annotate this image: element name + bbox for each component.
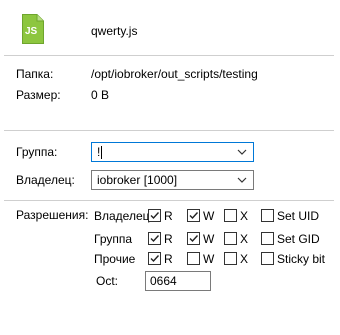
checkbox-w[interactable] xyxy=(187,232,200,245)
checkbox-label: X xyxy=(240,232,249,246)
group-value: ! xyxy=(97,145,101,159)
checkbox-special[interactable] xyxy=(261,209,274,222)
permissions-label: Разрешения: xyxy=(16,208,89,222)
folder-value: /opt/iobroker/out_scripts/testing xyxy=(91,67,258,81)
oct-input[interactable]: 0664 xyxy=(145,271,211,291)
checkbox-label: R xyxy=(164,232,173,246)
checkbox-x[interactable] xyxy=(224,252,237,265)
chevron-down-icon[interactable] xyxy=(237,176,247,184)
checkbox-label: R xyxy=(164,209,173,223)
divider xyxy=(4,55,334,56)
js-file-icon: JS xyxy=(22,14,44,44)
group-combobox[interactable]: ! xyxy=(91,142,254,162)
file-name: qwerty.js xyxy=(91,24,138,38)
special-permission-label: Set UID xyxy=(277,209,320,223)
special-permission-label: Set GID xyxy=(277,232,320,246)
checkbox-x[interactable] xyxy=(224,232,237,245)
checkbox-w[interactable] xyxy=(187,209,200,222)
checkbox-w[interactable] xyxy=(187,252,200,265)
checkbox-r[interactable] xyxy=(148,209,161,222)
divider xyxy=(4,130,334,131)
checkbox-label: W xyxy=(203,252,215,266)
checkbox-label: R xyxy=(164,252,173,266)
checkbox-label: W xyxy=(203,232,215,246)
oct-value: 0664 xyxy=(150,274,177,288)
size-label: Размер: xyxy=(16,88,61,102)
checkbox-label: W xyxy=(203,209,215,223)
group-label: Группа: xyxy=(16,145,58,159)
owner-combobox[interactable]: iobroker [1000] xyxy=(91,170,254,190)
checkbox-x[interactable] xyxy=(224,209,237,222)
size-value: 0 B xyxy=(91,88,110,102)
checkbox-label: X xyxy=(240,252,249,266)
divider xyxy=(4,200,334,201)
oct-label: Oct: xyxy=(96,274,119,288)
special-permission-label: Sticky bit xyxy=(277,252,326,266)
checkbox-special[interactable] xyxy=(261,232,274,245)
permission-row-label: Прочие xyxy=(94,252,136,266)
text-caret xyxy=(101,146,102,159)
file-icon-text: JS xyxy=(25,26,38,37)
checkbox-r[interactable] xyxy=(148,252,161,265)
owner-label: Владелец: xyxy=(16,173,75,187)
permission-row-label: Владелец xyxy=(94,209,150,223)
chevron-down-icon[interactable] xyxy=(237,148,247,156)
folder-label: Папка: xyxy=(16,67,54,81)
permission-row-label: Группа xyxy=(94,232,133,246)
checkbox-label: X xyxy=(240,209,249,223)
owner-value: iobroker [1000] xyxy=(97,173,178,187)
checkbox-special[interactable] xyxy=(261,252,274,265)
checkbox-r[interactable] xyxy=(148,232,161,245)
